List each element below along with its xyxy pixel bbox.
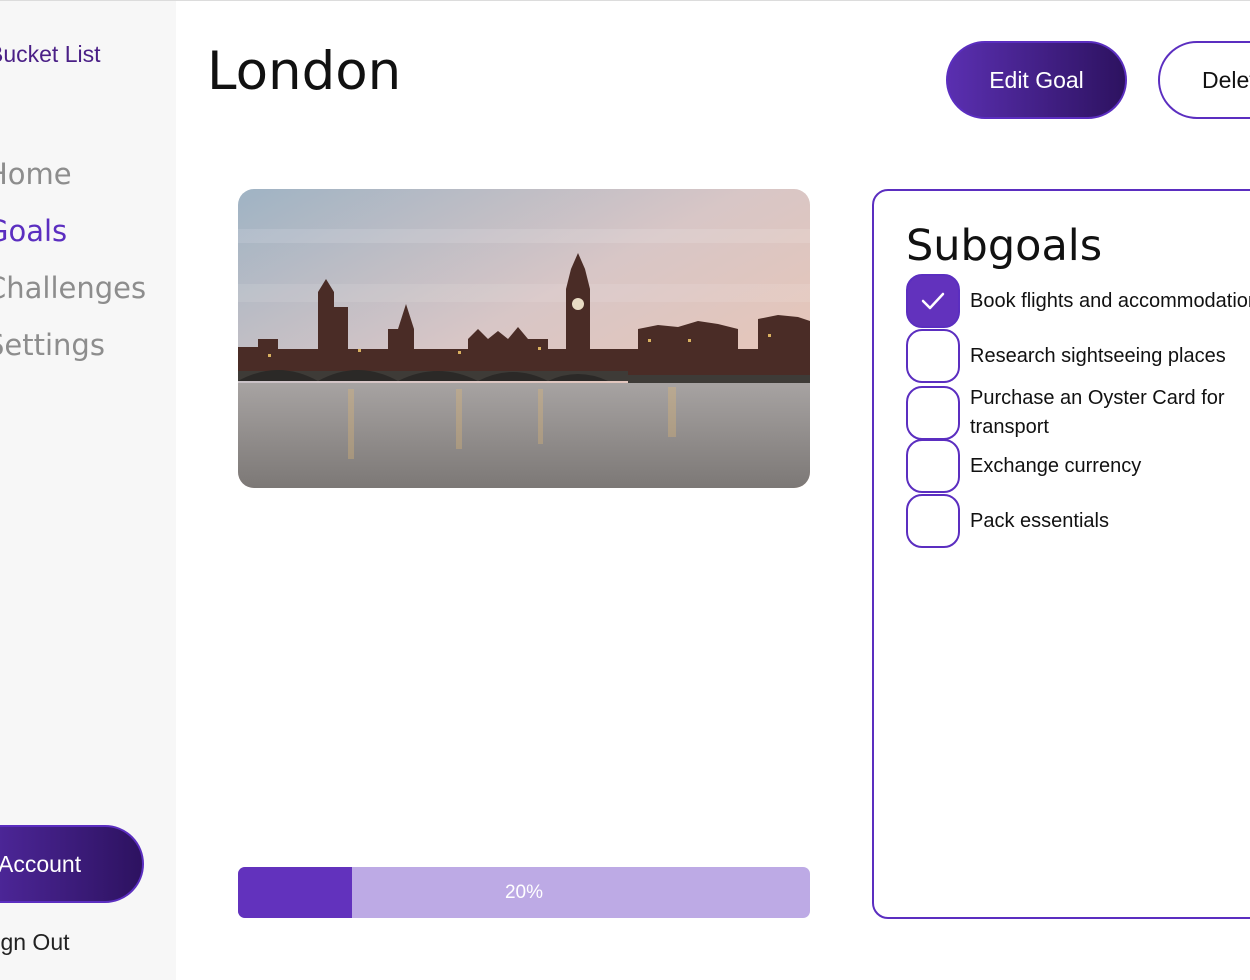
- progress-label: 20%: [504, 881, 544, 903]
- subgoal-item: Book flights and accommodation: [906, 274, 1250, 328]
- subgoal-checkbox[interactable]: [906, 274, 960, 328]
- brand-title[interactable]: Bucket List: [0, 41, 101, 68]
- account-button-label: Account: [0, 850, 82, 877]
- subgoal-checkbox[interactable]: [906, 494, 960, 548]
- page-title: London: [207, 41, 402, 102]
- goal-detail-page: Bucket List Home Goals Challenges Settin…: [0, 0, 1250, 980]
- subgoal-text: Purchase an Oyster Card for transport: [970, 387, 1225, 438]
- sidebar-item-goals[interactable]: Goals: [0, 214, 67, 248]
- subgoal-item: Purchase an Oyster Card for transport: [906, 384, 1250, 442]
- sign-out-link[interactable]: Sign Out: [0, 929, 70, 956]
- subgoal-item: Pack essentials: [906, 494, 1250, 548]
- subgoal-text: Research sightseeing places: [970, 344, 1226, 367]
- goal-progress-bar: 20%: [238, 867, 810, 918]
- account-button[interactable]: Account: [0, 825, 144, 903]
- sidebar-item-settings[interactable]: Settings: [0, 328, 105, 362]
- delete-goal-button[interactable]: Delete: [1158, 41, 1250, 119]
- edit-goal-button[interactable]: Edit Goal: [946, 41, 1127, 119]
- subgoal-item: Research sightseeing places: [906, 329, 1250, 383]
- london-skyline-illustration: [238, 189, 810, 488]
- subgoal-checkbox[interactable]: [906, 439, 960, 493]
- subgoal-item: Exchange currency: [906, 439, 1250, 493]
- subgoals-panel: Subgoals Book flights and accommodation …: [872, 189, 1250, 919]
- checkmark-icon: [921, 292, 945, 310]
- sidebar-item-home[interactable]: Home: [0, 157, 72, 191]
- subgoal-text: Book flights and accommodation: [970, 289, 1250, 312]
- subgoal-checkbox[interactable]: [906, 329, 960, 383]
- subgoal-text: Exchange currency: [970, 454, 1142, 477]
- edit-goal-label: Edit Goal: [989, 66, 1084, 93]
- sidebar-item-challenges[interactable]: Challenges: [0, 271, 146, 305]
- goal-image: [238, 189, 810, 488]
- subgoals-title: Subgoals: [906, 221, 1103, 271]
- sidebar: Bucket List Home Goals Challenges Settin…: [0, 1, 176, 980]
- subgoal-text: Pack essentials: [970, 509, 1109, 532]
- delete-goal-label: Delete: [1202, 66, 1250, 93]
- subgoal-checkbox[interactable]: [906, 386, 960, 440]
